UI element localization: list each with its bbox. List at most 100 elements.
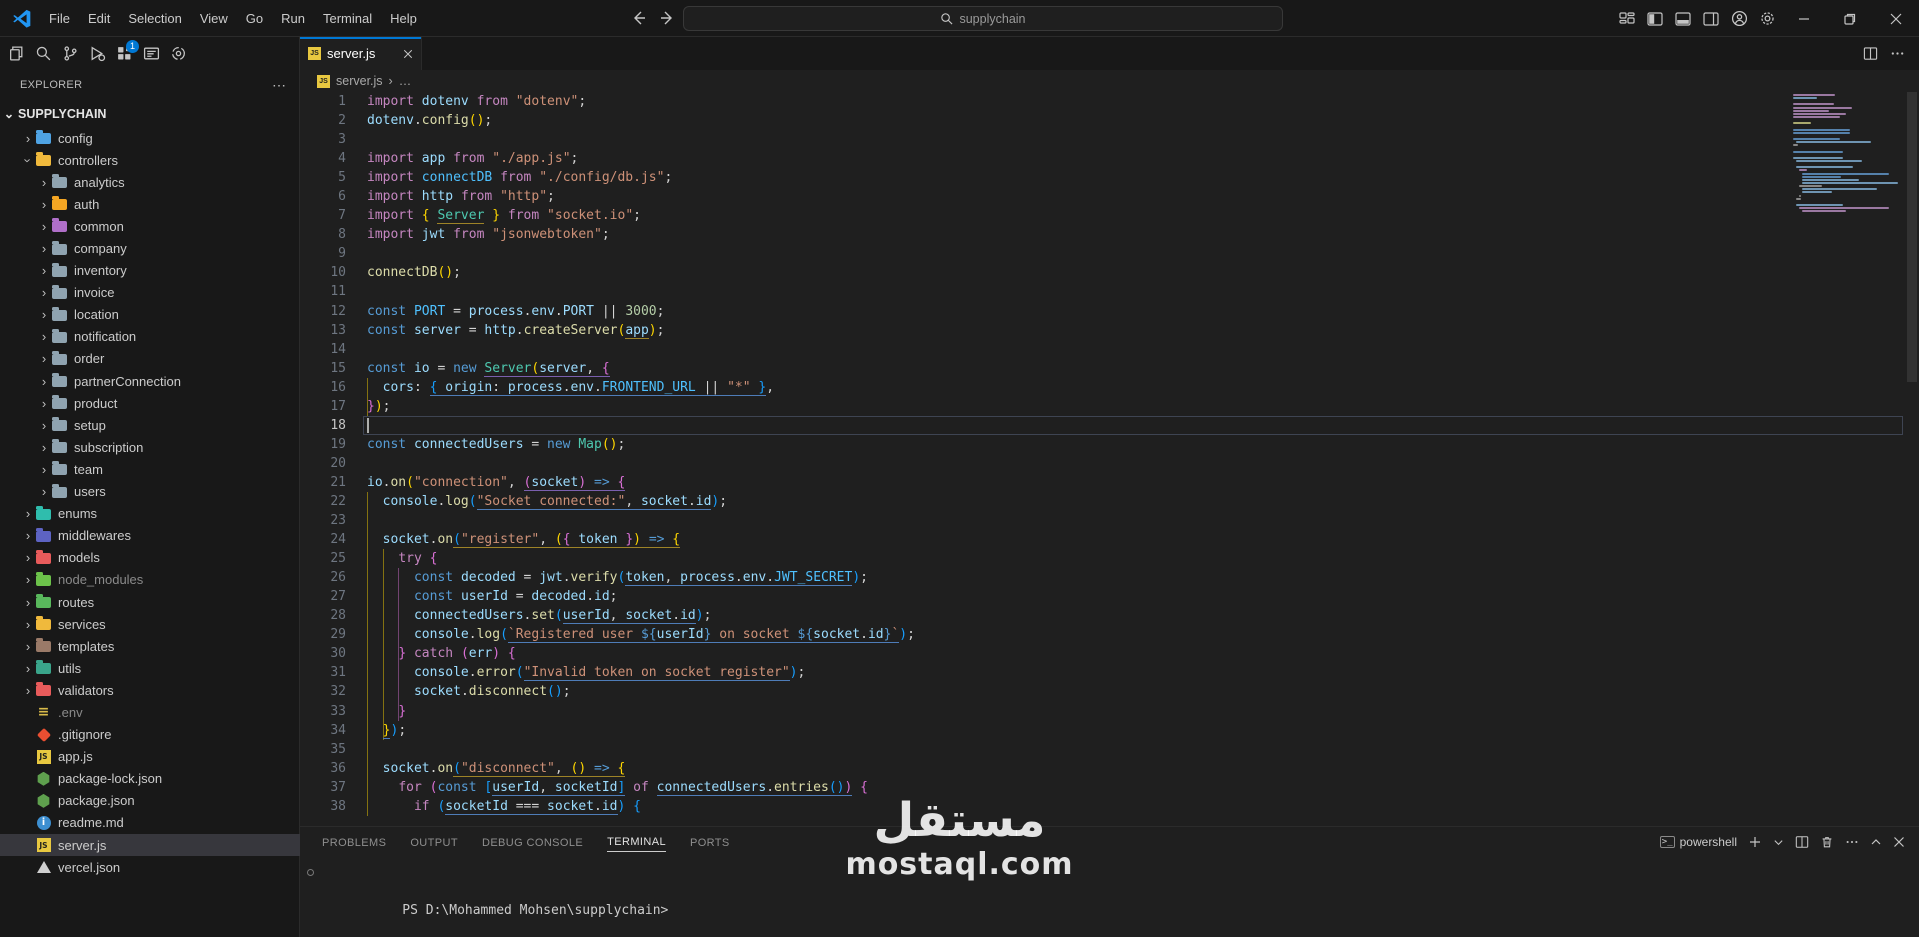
workspace-root[interactable]: ⌄ SUPPLYCHAIN <box>0 101 300 126</box>
circular-extension-icon[interactable] <box>168 44 188 64</box>
chevron-right-icon[interactable]: › <box>36 484 52 499</box>
chevron-right-icon[interactable]: › <box>36 351 52 366</box>
restore-button[interactable] <box>1827 0 1873 37</box>
breadcrumb[interactable]: JS server.js › … <box>300 70 1919 92</box>
minimize-button[interactable] <box>1781 0 1827 37</box>
chevron-right-icon[interactable]: › <box>36 396 52 411</box>
code-line[interactable]: 19 const connectedUsers = new Map(); <box>300 435 1919 454</box>
chevron-right-icon[interactable]: › <box>20 506 36 521</box>
code-line[interactable]: 4 import app from "./app.js"; <box>300 149 1919 168</box>
tree-item-location[interactable]: › location <box>0 304 300 326</box>
chevron-right-icon[interactable]: › <box>36 440 52 455</box>
tree-item-models[interactable]: › models <box>0 547 300 569</box>
code-line[interactable]: 16 cors: { origin: process.env.FRONTEND_… <box>300 378 1919 397</box>
panel-tab-problems[interactable]: PROBLEMS <box>322 833 386 852</box>
chevron-right-icon[interactable]: › <box>36 329 52 344</box>
tree-item-inventory[interactable]: › inventory <box>0 260 300 282</box>
code-line[interactable]: 5 import connectDB from "./config/db.js"; <box>300 168 1919 187</box>
panel-tab-output[interactable]: OUTPUT <box>410 833 458 852</box>
code-line[interactable]: 10 connectDB(); <box>300 263 1919 282</box>
chevron-right-icon[interactable]: › <box>36 197 52 212</box>
menu-file[interactable]: File <box>40 11 79 26</box>
tree-item-server.js[interactable]: JS server.js <box>0 834 300 857</box>
tree-item-auth[interactable]: › auth <box>0 193 300 215</box>
forward-icon[interactable] <box>658 9 676 27</box>
panel-tab-debug-console[interactable]: DEBUG CONSOLE <box>482 833 583 852</box>
tree-item-services[interactable]: › services <box>0 613 300 635</box>
tree-item-subscription[interactable]: › subscription <box>0 436 300 458</box>
terminal[interactable]: PS D:\Mohammed Mohsen\supplychain> <box>300 863 1919 937</box>
code-line[interactable]: 2 dotenv.config(); <box>300 111 1919 130</box>
code-line[interactable]: 24 socket.on("register", ({ token }) => … <box>300 530 1919 549</box>
tree-item-order[interactable]: › order <box>0 348 300 370</box>
chevron-right-icon[interactable]: › <box>20 639 36 654</box>
code-line[interactable]: 1 import dotenv from "dotenv"; <box>300 92 1919 111</box>
code-line[interactable]: 26 const decoded = jwt.verify(token, pro… <box>300 568 1919 587</box>
chevron-right-icon[interactable]: › <box>20 528 36 543</box>
panel-tab-terminal[interactable]: TERMINAL <box>607 832 666 852</box>
tree-item-controllers[interactable]: › controllers <box>0 149 300 171</box>
lsp-extension-icon[interactable] <box>141 44 161 64</box>
menu-view[interactable]: View <box>191 11 237 26</box>
chevron-right-icon[interactable]: › <box>36 307 52 322</box>
launch-profile-chevron-icon[interactable] <box>1773 837 1784 848</box>
tree-item-.gitignore[interactable]: .gitignore <box>0 724 300 746</box>
tree-item-readme.md[interactable]: i readme.md <box>0 812 300 834</box>
tree-item-validators[interactable]: › validators <box>0 679 300 701</box>
code-line[interactable]: 36 socket.on("disconnect", () => { <box>300 759 1919 778</box>
chevron-right-icon[interactable]: › <box>36 462 52 477</box>
chevron-right-icon[interactable]: › <box>20 131 36 146</box>
tree-item-middlewares[interactable]: › middlewares <box>0 525 300 547</box>
chevron-down-icon[interactable]: › <box>21 152 36 168</box>
customize-layout-icon[interactable] <box>1613 6 1641 32</box>
code-line[interactable]: 22 console.log("Socket connected:", sock… <box>300 492 1919 511</box>
tree-item-partnerConnection[interactable]: › partnerConnection <box>0 370 300 392</box>
code-line[interactable]: 11 <box>300 282 1919 301</box>
terminal-shell-item[interactable]: >_ powershell <box>1659 835 1737 849</box>
menu-help[interactable]: Help <box>381 11 426 26</box>
chevron-right-icon[interactable]: › <box>36 263 52 278</box>
code-line[interactable]: 25 try { <box>300 549 1919 568</box>
breadcrumb-file[interactable]: server.js <box>336 74 383 88</box>
minimap[interactable] <box>1793 94 1903 213</box>
tree-item-company[interactable]: › company <box>0 237 300 259</box>
chevron-right-icon[interactable]: › <box>36 285 52 300</box>
close-tab-icon[interactable] <box>403 49 413 59</box>
toggle-primary-sidebar-icon[interactable] <box>1641 6 1669 32</box>
chevron-right-icon[interactable]: › <box>20 550 36 565</box>
tree-item-common[interactable]: › common <box>0 215 300 237</box>
explorer-icon[interactable] <box>6 44 26 64</box>
code-line[interactable]: 12 const PORT = process.env.PORT || 3000; <box>300 302 1919 321</box>
code-line[interactable]: 3 <box>300 130 1919 149</box>
code-line[interactable]: 17}); <box>300 397 1919 416</box>
explorer-more-actions[interactable]: ⋯ <box>272 77 286 94</box>
tree-item-notification[interactable]: › notification <box>0 326 300 348</box>
tree-item-config[interactable]: › config <box>0 127 300 149</box>
editor-more-actions-icon[interactable] <box>1890 46 1905 61</box>
tree-item-vercel.json[interactable]: vercel.json <box>0 856 300 878</box>
panel-more-actions-icon[interactable] <box>1845 835 1859 849</box>
breadcrumb-symbol[interactable]: … <box>399 74 412 88</box>
toggle-panel-icon[interactable] <box>1669 6 1697 32</box>
code-line[interactable]: 30 } catch (err) { <box>300 644 1919 663</box>
search-activity-icon[interactable] <box>33 44 53 64</box>
maximize-panel-icon[interactable] <box>1870 836 1882 848</box>
chevron-right-icon[interactable]: › <box>36 219 52 234</box>
code-line[interactable]: 20 <box>300 454 1919 473</box>
panel-tab-ports[interactable]: PORTS <box>690 833 730 852</box>
code-line[interactable]: 23 <box>300 511 1919 530</box>
code-line[interactable]: 15 const io = new Server(server, { <box>300 359 1919 378</box>
close-window-button[interactable] <box>1873 0 1919 37</box>
tree-item-users[interactable]: › users <box>0 481 300 503</box>
run-debug-icon[interactable] <box>87 44 107 64</box>
chevron-right-icon[interactable]: › <box>36 418 52 433</box>
chevron-right-icon[interactable]: › <box>36 175 52 190</box>
tab-server-js[interactable]: JS server.js <box>300 37 422 70</box>
editor-scrollbar[interactable] <box>1907 92 1917 382</box>
kill-terminal-icon[interactable] <box>1820 835 1834 849</box>
chevron-right-icon[interactable]: › <box>20 683 36 698</box>
menu-edit[interactable]: Edit <box>79 11 119 26</box>
tree-item-package-lock.json[interactable]: package-lock.json <box>0 768 300 790</box>
chevron-right-icon[interactable]: › <box>20 595 36 610</box>
extensions-icon[interactable]: 1 <box>114 39 139 64</box>
